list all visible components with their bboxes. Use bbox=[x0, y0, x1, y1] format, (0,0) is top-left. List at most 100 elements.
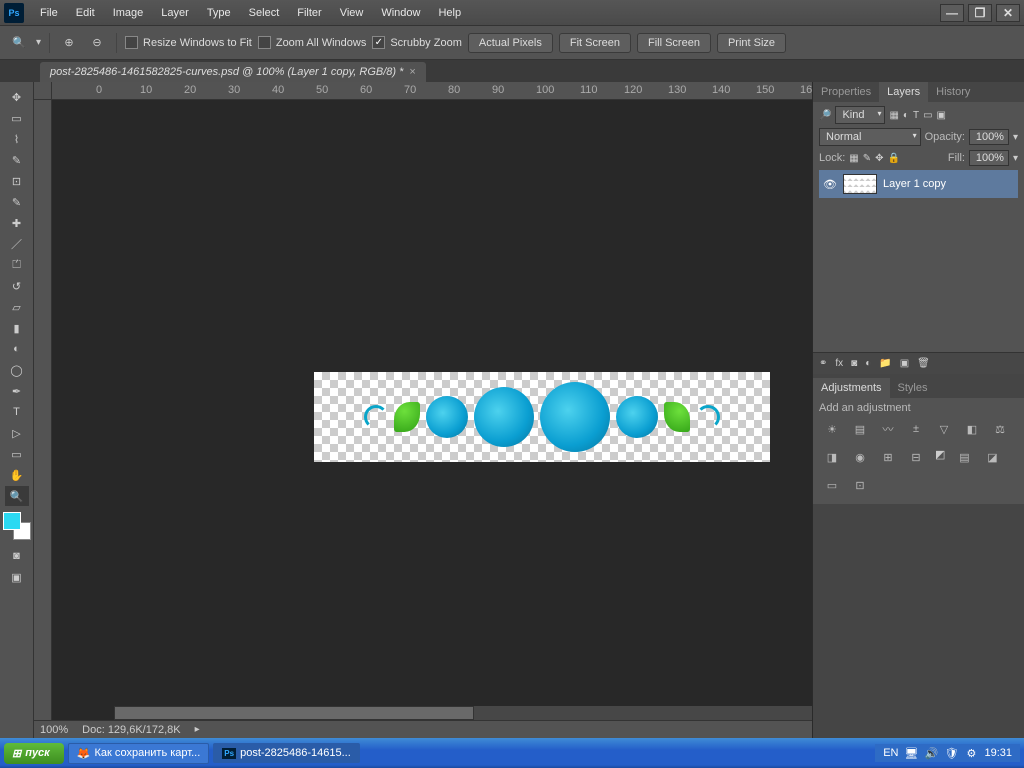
new-layer-icon[interactable]: ▣ bbox=[900, 358, 909, 369]
marquee-tool[interactable]: ▭ bbox=[5, 108, 29, 128]
filter-type-icon[interactable]: T bbox=[913, 110, 919, 121]
language-indicator[interactable]: EN bbox=[883, 747, 898, 759]
move-tool[interactable]: ✥ bbox=[5, 87, 29, 107]
tab-layers[interactable]: Layers bbox=[879, 82, 928, 102]
quick-select-tool[interactable]: ✎ bbox=[5, 150, 29, 170]
layer-thumbnail[interactable] bbox=[843, 174, 877, 194]
vibrance-icon[interactable]: ▽ bbox=[935, 420, 953, 438]
layer-filter-dropdown[interactable]: Kind bbox=[835, 106, 885, 124]
foreground-color-swatch[interactable] bbox=[3, 512, 21, 530]
hand-tool[interactable]: ✋ bbox=[5, 465, 29, 485]
lasso-tool[interactable]: ⌇ bbox=[5, 129, 29, 149]
visibility-icon[interactable]: 👁 bbox=[823, 178, 837, 191]
filter-adjust-icon[interactable]: ◐ bbox=[903, 110, 909, 121]
taskbar-firefox[interactable]: 🦊 Как сохранить карт... bbox=[68, 743, 210, 764]
menu-window[interactable]: Window bbox=[373, 3, 428, 23]
layer-row[interactable]: 👁 Layer 1 copy bbox=[819, 170, 1018, 198]
gradient-tool[interactable]: ▮ bbox=[5, 318, 29, 338]
menu-view[interactable]: View bbox=[332, 3, 372, 23]
hue-sat-icon[interactable]: ◧ bbox=[963, 420, 981, 438]
shape-tool[interactable]: ▭ bbox=[5, 444, 29, 464]
eyedropper-tool[interactable]: ✎ bbox=[5, 192, 29, 212]
print-size-button[interactable]: Print Size bbox=[717, 33, 786, 53]
caret-down-icon[interactable]: ▾ bbox=[1013, 153, 1018, 164]
color-swatches[interactable] bbox=[3, 512, 31, 540]
selective-color-icon[interactable]: ⊡ bbox=[851, 476, 869, 494]
adjustment-layer-icon[interactable]: ◐ bbox=[865, 358, 871, 369]
brightness-icon[interactable]: ☀ bbox=[823, 420, 841, 438]
delete-layer-icon[interactable]: 🗑 bbox=[917, 358, 930, 369]
maximize-button[interactable]: ❐ bbox=[968, 4, 992, 22]
horizontal-scrollbar[interactable] bbox=[114, 706, 812, 720]
eraser-tool[interactable]: ▱ bbox=[5, 297, 29, 317]
layer-fx-icon[interactable]: fx bbox=[835, 358, 843, 369]
scrubby-zoom-checkbox[interactable]: Scrubby Zoom bbox=[372, 36, 462, 49]
brush-tool[interactable]: ／ bbox=[5, 234, 29, 254]
exposure-icon[interactable]: ± bbox=[907, 420, 925, 438]
menu-filter[interactable]: Filter bbox=[289, 3, 329, 23]
fill-input[interactable]: 100% bbox=[969, 150, 1009, 166]
color-lookup-icon[interactable]: ⊟ bbox=[907, 448, 925, 466]
tab-properties[interactable]: Properties bbox=[813, 82, 879, 102]
document-canvas[interactable] bbox=[314, 372, 770, 462]
tray-icon[interactable]: 🛡 bbox=[944, 746, 958, 760]
filter-smart-icon[interactable]: ▣ bbox=[937, 110, 946, 121]
start-button[interactable]: ⊞ пуск bbox=[4, 743, 64, 764]
tray-icon[interactable]: ⚙ bbox=[964, 746, 978, 760]
invert-icon[interactable]: ◩ bbox=[935, 448, 945, 466]
zoom-tool-preset-icon[interactable]: 🔍 bbox=[8, 32, 30, 54]
fill-screen-button[interactable]: Fill Screen bbox=[637, 33, 711, 53]
color-balance-icon[interactable]: ⚖ bbox=[991, 420, 1009, 438]
lock-position-icon[interactable]: ✥ bbox=[875, 153, 883, 164]
threshold-icon[interactable]: ◪ bbox=[983, 448, 1001, 466]
scroll-thumb[interactable] bbox=[114, 706, 474, 720]
link-layers-icon[interactable]: ⚭ bbox=[819, 358, 827, 369]
posterize-icon[interactable]: ▤ bbox=[955, 448, 973, 466]
filter-shape-icon[interactable]: ▭ bbox=[923, 110, 932, 121]
close-button[interactable]: ✕ bbox=[996, 4, 1020, 22]
tab-history[interactable]: History bbox=[928, 82, 978, 102]
gradient-map-icon[interactable]: ▭ bbox=[823, 476, 841, 494]
menu-select[interactable]: Select bbox=[241, 3, 288, 23]
caret-down-icon[interactable]: ▾ bbox=[36, 37, 41, 48]
minimize-button[interactable]: — bbox=[940, 4, 964, 22]
menu-type[interactable]: Type bbox=[199, 3, 239, 23]
zoom-out-icon[interactable]: ⊖ bbox=[86, 32, 108, 54]
menu-file[interactable]: File bbox=[32, 3, 66, 23]
tray-icon[interactable]: 🖥 bbox=[904, 746, 918, 760]
lock-all-icon[interactable]: 🔒 bbox=[888, 153, 900, 164]
blur-tool[interactable]: ◐ bbox=[5, 339, 29, 359]
curves-icon[interactable]: 〰 bbox=[879, 420, 897, 438]
caret-down-icon[interactable]: ▾ bbox=[1013, 132, 1018, 143]
channel-mixer-icon[interactable]: ⊞ bbox=[879, 448, 897, 466]
healing-tool[interactable]: ✚ bbox=[5, 213, 29, 233]
quick-mask-toggle[interactable]: ◙ bbox=[5, 546, 29, 566]
lock-transparency-icon[interactable]: ▦ bbox=[849, 153, 858, 164]
filter-pixel-icon[interactable]: ▦ bbox=[889, 110, 898, 121]
levels-icon[interactable]: ▤ bbox=[851, 420, 869, 438]
taskbar-photoshop[interactable]: Ps post-2825486-14615... bbox=[213, 743, 360, 763]
menu-edit[interactable]: Edit bbox=[68, 3, 103, 23]
zoom-in-icon[interactable]: ⊕ bbox=[58, 32, 80, 54]
group-icon[interactable]: 📁 bbox=[879, 358, 891, 369]
doc-size[interactable]: Doc: 129,6K/172,8K bbox=[82, 724, 180, 736]
dodge-tool[interactable]: ◯ bbox=[5, 360, 29, 380]
photo-filter-icon[interactable]: ◉ bbox=[851, 448, 869, 466]
menu-image[interactable]: Image bbox=[105, 3, 152, 23]
path-select-tool[interactable]: ▷ bbox=[5, 423, 29, 443]
tab-styles[interactable]: Styles bbox=[890, 378, 936, 398]
crop-tool[interactable]: ⊡ bbox=[5, 171, 29, 191]
tray-icon[interactable]: 🔊 bbox=[924, 746, 938, 760]
type-tool[interactable]: T bbox=[5, 402, 29, 422]
history-brush-tool[interactable]: ↺ bbox=[5, 276, 29, 296]
menu-layer[interactable]: Layer bbox=[153, 3, 197, 23]
screen-mode-toggle[interactable]: ▣ bbox=[5, 567, 29, 587]
lock-pixels-icon[interactable]: ✎ bbox=[863, 153, 871, 164]
blend-mode-dropdown[interactable]: Normal bbox=[819, 128, 921, 146]
resize-windows-checkbox[interactable]: Resize Windows to Fit bbox=[125, 36, 252, 49]
status-menu-icon[interactable]: ▸ bbox=[195, 724, 200, 735]
pen-tool[interactable]: ✒ bbox=[5, 381, 29, 401]
zoom-level[interactable]: 100% bbox=[40, 724, 68, 736]
zoom-tool[interactable]: 🔍 bbox=[5, 486, 29, 506]
layer-name[interactable]: Layer 1 copy bbox=[883, 178, 946, 190]
